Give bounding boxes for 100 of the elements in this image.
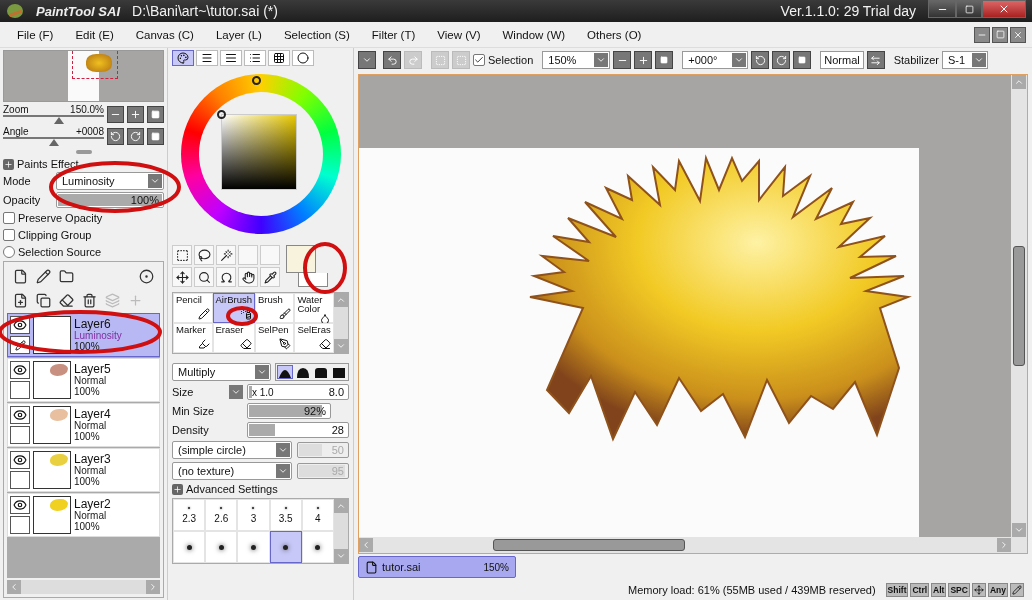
menu-item[interactable]: Edit (E) <box>64 28 125 41</box>
slider-thumb[interactable] <box>53 117 64 124</box>
reset-button[interactable] <box>147 127 164 145</box>
reset-button[interactable] <box>147 105 164 123</box>
saturation-square[interactable] <box>220 114 297 190</box>
expand-icon[interactable] <box>172 483 183 495</box>
checkbox[interactable] <box>3 211 15 224</box>
tool-button[interactable] <box>172 267 192 287</box>
brush-size-preset[interactable] <box>269 531 302 563</box>
menu-item[interactable]: Selection (S) <box>272 28 361 41</box>
brush-size-preset[interactable]: 3 <box>237 499 270 531</box>
menu-item[interactable]: Filter (T) <box>360 28 427 41</box>
tool-button[interactable] <box>194 245 214 265</box>
document-tab[interactable]: tutor.sai 150% <box>358 556 516 578</box>
layer-item[interactable]: Layer2 Normal 100% <box>7 493 160 537</box>
tool-button[interactable] <box>172 245 192 265</box>
reset-rotation-button[interactable] <box>793 51 812 69</box>
mode-dropdown[interactable]: Luminosity <box>56 172 164 190</box>
brush-tool[interactable]: Brush <box>254 293 295 323</box>
layer-item[interactable]: Layer4 Normal 100% <box>7 403 160 447</box>
minimize-button[interactable] <box>974 26 990 43</box>
checkbox[interactable] <box>3 228 15 241</box>
scrollbar-thumb[interactable] <box>1013 246 1025 366</box>
restore-button[interactable] <box>992 26 1008 43</box>
color-tab[interactable] <box>268 50 290 66</box>
reset-zoom-button[interactable] <box>655 51 674 69</box>
color-tab[interactable] <box>220 50 242 66</box>
brush-tool[interactable]: Eraser <box>212 323 255 353</box>
horizontal-scrollbar[interactable] <box>7 580 160 594</box>
edit-toggle[interactable] <box>10 471 30 489</box>
view-mode-button[interactable]: Normal <box>820 51 864 69</box>
vertical-scrollbar[interactable] <box>1011 75 1027 537</box>
vertical-scrollbar[interactable] <box>334 293 348 353</box>
zoom-in-button[interactable] <box>127 105 144 123</box>
expand-icon[interactable] <box>3 158 14 170</box>
visibility-toggle[interactable] <box>10 361 30 379</box>
tool-button[interactable] <box>194 267 214 287</box>
angle-field[interactable]: +000° <box>682 51 749 69</box>
brush-tool[interactable]: Marker <box>173 323 213 353</box>
close-button[interactable] <box>1010 26 1026 43</box>
setting-slider[interactable]: 28 <box>247 422 349 438</box>
undo-button[interactable] <box>383 51 401 69</box>
color-tab[interactable] <box>244 50 266 66</box>
horizontal-scrollbar[interactable] <box>359 537 1027 553</box>
rotate-right-button[interactable] <box>772 51 791 69</box>
menu-item[interactable]: Canvas (C) <box>124 28 205 41</box>
color-marker[interactable] <box>216 110 226 119</box>
zoom-out-button[interactable] <box>107 105 124 123</box>
scrollbar-thumb[interactable] <box>493 539 685 551</box>
rotate-left-button[interactable] <box>107 127 124 145</box>
rotate-right-button[interactable] <box>127 127 144 145</box>
vertical-scrollbar[interactable] <box>334 499 348 563</box>
flip-button[interactable] <box>866 51 885 69</box>
brush-shape-button[interactable] <box>295 365 311 379</box>
slider-track[interactable] <box>3 115 104 124</box>
color-tab[interactable] <box>292 50 314 66</box>
visibility-toggle[interactable] <box>10 496 30 514</box>
brush-tool[interactable]: Pencil <box>173 293 213 323</box>
zoom-out-button[interactable] <box>613 51 632 69</box>
slider-thumb[interactable] <box>48 139 59 146</box>
stabilizer-dropdown[interactable]: S-1 <box>941 51 988 69</box>
blend-dropdown[interactable]: Multiply <box>172 363 271 381</box>
visibility-toggle[interactable] <box>10 406 30 424</box>
brush-dropdown[interactable]: (simple circle) <box>172 441 292 459</box>
brush-shape-button[interactable] <box>313 365 329 379</box>
menu-item[interactable]: Others (O) <box>576 28 653 41</box>
edit-toggle[interactable] <box>10 516 30 534</box>
brush-size-preset[interactable]: 3.5 <box>269 499 302 531</box>
visibility-toggle[interactable] <box>10 451 30 469</box>
selection-checkbox[interactable] <box>473 54 485 66</box>
layer-item[interactable]: Layer3 Normal 100% <box>7 448 160 492</box>
brush-shape-button[interactable] <box>331 365 347 379</box>
rotate-left-button[interactable] <box>751 51 770 69</box>
color-tab[interactable] <box>172 50 194 66</box>
edit-toggle[interactable] <box>10 426 30 444</box>
brush-tool[interactable]: SelEras <box>294 323 334 353</box>
setting-slider[interactable]: x 1.0 8.0 <box>247 384 349 400</box>
tool-button[interactable] <box>216 267 236 287</box>
brush-size-preset[interactable]: 4 <box>301 499 334 531</box>
menu-item[interactable]: View (V) <box>426 28 492 41</box>
layer-item[interactable]: Layer5 Normal 100% <box>7 358 160 402</box>
canvas-area[interactable] <box>359 75 1011 537</box>
brush-dropdown[interactable]: (no texture) <box>172 462 292 480</box>
tool-button[interactable] <box>238 267 258 287</box>
menu-item[interactable]: Layer (L) <box>204 28 273 41</box>
zoom-field[interactable]: 150% <box>542 51 611 69</box>
maximize-button[interactable] <box>956 0 982 18</box>
edit-toggle[interactable] <box>10 381 30 399</box>
menu-item[interactable]: Window (W) <box>491 28 577 41</box>
brush-shape-button[interactable] <box>277 365 293 379</box>
brush-tool[interactable]: Water Color <box>294 293 334 323</box>
hue-marker[interactable] <box>251 76 261 85</box>
radio-button[interactable] <box>3 245 15 258</box>
brush-size-preset[interactable]: 2.3 <box>173 499 206 531</box>
brush-tool[interactable]: SelPen <box>254 323 295 353</box>
brush-size-preset[interactable]: 2.6 <box>205 499 238 531</box>
zoom-in-button[interactable] <box>634 51 653 69</box>
tool-button[interactable] <box>260 267 280 287</box>
color-tab[interactable] <box>196 50 218 66</box>
menu-button[interactable] <box>358 51 376 69</box>
